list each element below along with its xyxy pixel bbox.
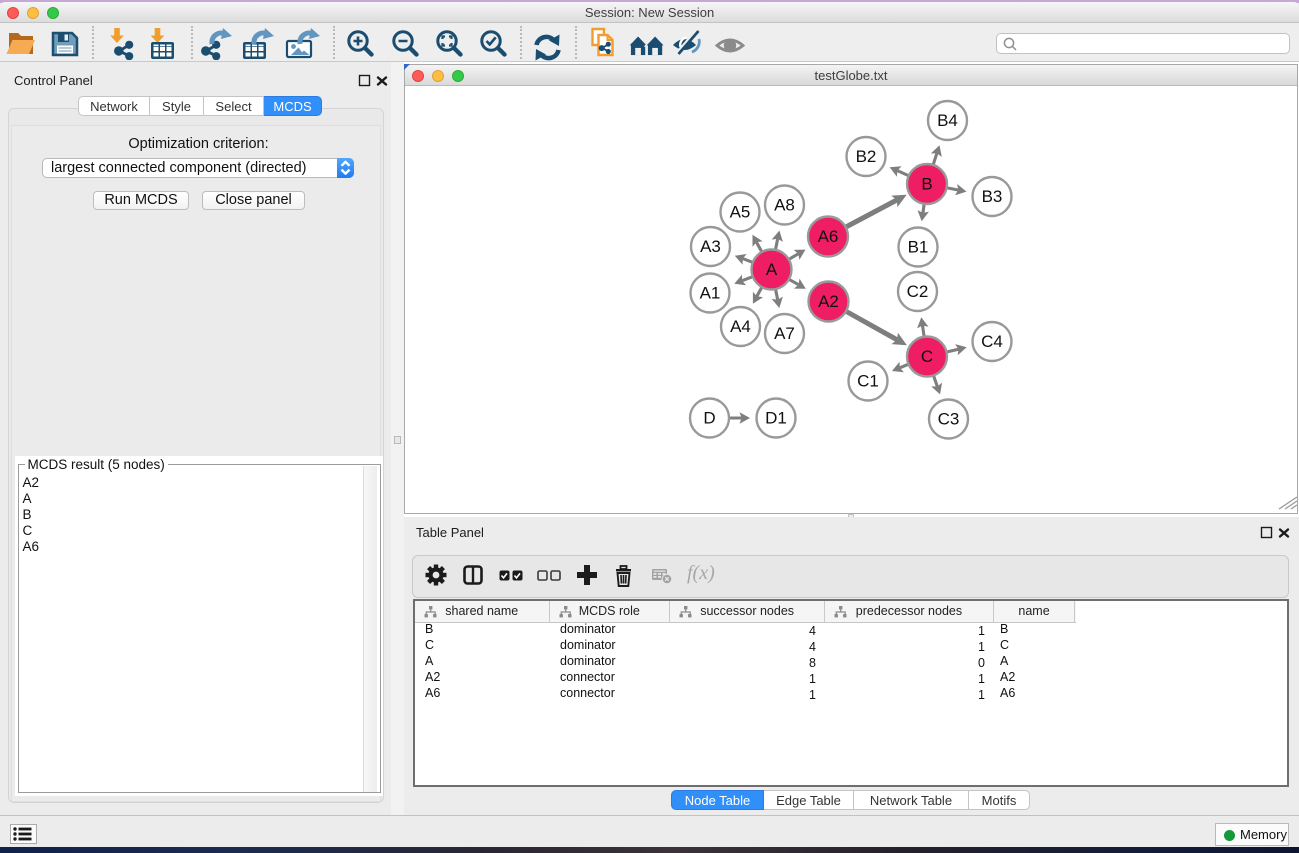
svg-text:C2: C2 <box>907 282 929 301</box>
svg-text:A7: A7 <box>774 324 795 343</box>
svg-text:A3: A3 <box>700 237 721 256</box>
svg-text:A2: A2 <box>818 292 839 311</box>
svg-text:A4: A4 <box>730 317 751 336</box>
svg-text:B: B <box>921 175 932 194</box>
svg-text:A5: A5 <box>730 203 751 222</box>
svg-text:B3: B3 <box>982 187 1003 206</box>
svg-text:A1: A1 <box>700 284 721 303</box>
svg-text:A6: A6 <box>818 227 839 246</box>
svg-text:D: D <box>703 409 715 428</box>
svg-text:C4: C4 <box>981 332 1003 351</box>
svg-text:B2: B2 <box>856 147 877 166</box>
svg-text:A8: A8 <box>774 196 795 215</box>
svg-text:D1: D1 <box>765 409 787 428</box>
svg-text:B4: B4 <box>937 111 958 130</box>
svg-text:C: C <box>921 347 933 366</box>
svg-text:C3: C3 <box>938 410 960 429</box>
svg-text:C1: C1 <box>857 372 879 391</box>
svg-text:B1: B1 <box>908 238 929 257</box>
svg-text:A: A <box>766 260 778 279</box>
